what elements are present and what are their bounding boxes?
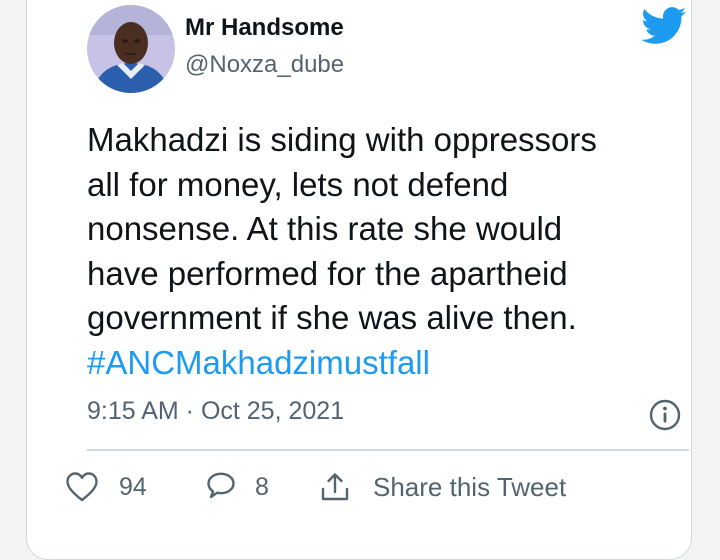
share-icon [321,473,349,501]
avatar-image [87,5,175,93]
heart-icon [66,472,98,502]
divider [87,449,689,451]
reply-button[interactable]: 8 [205,471,269,503]
like-count: 94 [119,472,147,501]
like-button[interactable]: 94 [65,471,147,503]
tweet-timestamp[interactable]: 9:15 AM · Oct 25, 2021 [87,397,344,426]
twitter-bird-icon[interactable] [641,7,687,45]
reply-count: 8 [255,472,269,501]
share-label: Share this Tweet [373,471,567,502]
tweet-text-line: have performed for the apartheid [87,254,568,292]
reply-bubble-icon [207,472,235,499]
tweet-text-line: nonsense. At this rate she would [87,210,563,247]
info-icon[interactable] [649,399,681,431]
tweet-text-line: government if she was alive then. [87,299,577,336]
hashtag-link[interactable]: #ANCMakhadzimustfall [87,341,707,386]
tweet-card: Mr Handsome @Noxza_dube Makhadzi is sidi… [26,0,692,560]
avatar[interactable] [87,5,175,93]
author-handle[interactable]: @Noxza_dube [185,51,344,79]
tweet-text-line: all for money, lets not defend [87,165,509,203]
tweet-text-line: Makhadzi is siding with oppressors [87,121,597,158]
tweet-text: Makhadzi is siding with oppressors all f… [87,118,707,385]
share-button[interactable]: Share this Tweet [319,471,566,503]
author-display-name[interactable]: Mr Handsome [185,14,344,42]
